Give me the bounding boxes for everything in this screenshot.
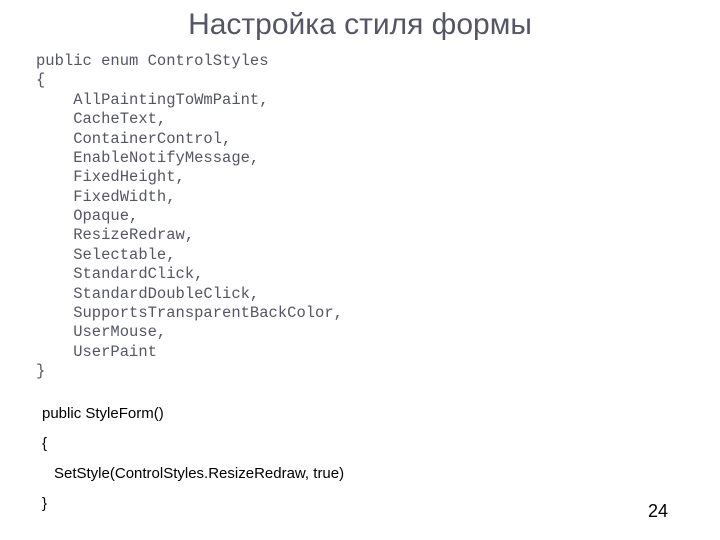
code-line: }: [42, 489, 720, 519]
enum-code-block: public enum ControlStyles { AllPaintingT…: [0, 52, 720, 381]
code-line: SetStyle(ControlStyles.ResizeRedraw, tru…: [42, 459, 720, 489]
code-line: {: [42, 429, 720, 459]
constructor-snippet: public StyleForm() { SetStyle(ControlSty…: [0, 399, 720, 519]
page-number: 24: [648, 501, 668, 522]
slide-title: Настройка стиля формы: [0, 0, 720, 52]
code-line: public StyleForm(): [42, 399, 720, 429]
